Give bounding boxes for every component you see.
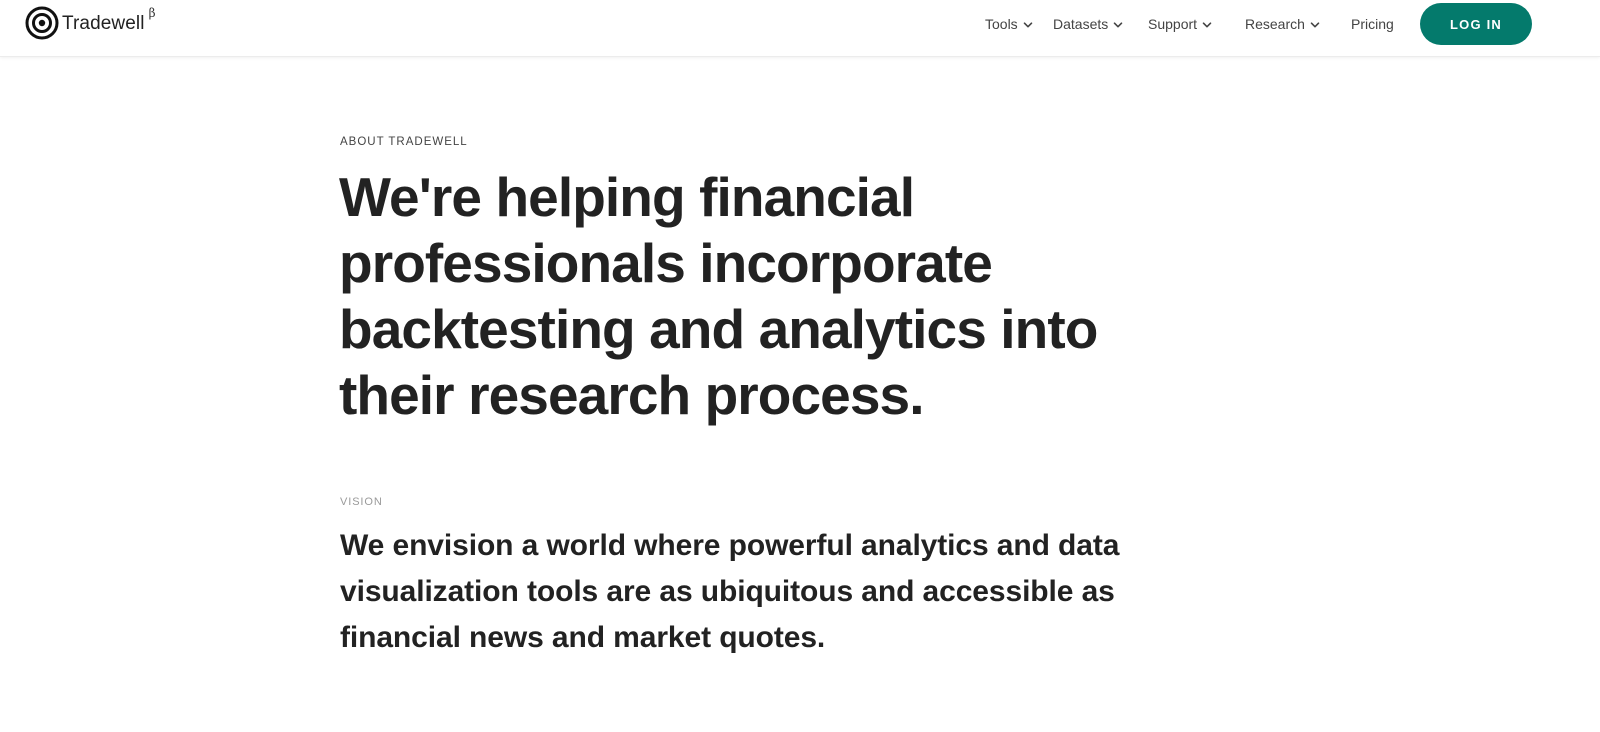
nav-datasets-label: Datasets [1053,16,1109,32]
nav-research-label: Research [1245,16,1305,32]
nav-tools[interactable]: Tools [985,14,1033,34]
brand-name: Tradewell [62,13,145,34]
nav-tools-label: Tools [985,16,1018,32]
vision-label: VISION [340,496,383,508]
nav-datasets[interactable]: Datasets [1053,14,1123,34]
nav-pricing-label: Pricing [1351,16,1394,32]
chevron-down-icon [1202,22,1212,28]
chevron-down-icon [1310,22,1320,28]
target-icon [25,6,59,40]
chevron-down-icon [1113,22,1123,28]
nav-research[interactable]: Research [1245,14,1320,34]
chevron-down-icon [1023,22,1032,28]
vision-statement: We envision a world where powerful analy… [340,529,1120,654]
nav-pricing[interactable]: Pricing [1351,14,1394,34]
about-headline: We're helping financial professionals in… [339,166,1098,426]
top-navbar: Tradewell β Tools Datasets Support Resea… [0,0,1600,57]
login-button[interactable]: LOG IN [1420,3,1532,45]
nav-support-label: Support [1148,16,1198,32]
beta-badge: β [148,6,156,20]
nav-support[interactable]: Support [1148,14,1212,34]
about-eyebrow: ABOUT TRADEWELL [340,136,468,148]
brand-home-link[interactable]: Tradewell β [25,6,156,40]
